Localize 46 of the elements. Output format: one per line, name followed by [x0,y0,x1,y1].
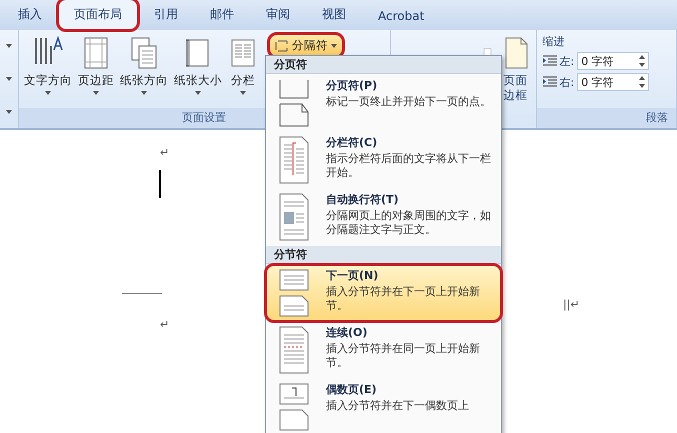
ribbon-tab[interactable]: 视图 [306,0,362,30]
caret-icon [92,91,99,95]
menu-item[interactable]: 下一页(N) 插入分节符并在下一页上开始新节。 [266,265,501,321]
ribbon-button[interactable]: 文字方向 [20,34,75,97]
paragraph-mark: ||↵ [563,298,580,311]
paragraph-mark: ↵ [160,146,170,159]
caret-icon[interactable] [6,76,12,81]
breaks-dropdown-button[interactable]: 分隔符 [268,34,343,57]
pages-icon [128,36,159,70]
menu-item[interactable]: 自动换行符(T) 分隔网页上的对象周围的文字，如分隔题注文字与正文。 [266,189,501,245]
footnote-separator [122,293,162,294]
text-cursor [159,170,161,198]
caret-icon[interactable] [6,110,12,114]
menu-item[interactable]: 连续(O) 插入分节符并在同一页上开始新节。 [266,322,501,378]
caret-icon [194,91,201,95]
field-label: 右: [560,74,574,90]
indent-right-icon [542,76,557,88]
ribbon-button[interactable]: 纸张大小 [170,34,225,97]
spinner-arrows-icon[interactable] [639,54,646,68]
page-break-icon [274,40,289,52]
spin-field[interactable]: 0 字符 [577,52,650,70]
ribbon-tab[interactable]: 审阅 [250,0,306,30]
caret-icon[interactable] [6,44,12,48]
caret-icon [330,44,337,48]
indent-label: 缩进 [542,34,566,49]
menu-item[interactable]: 偶数页(E) 插入分节符并在下一偶数页上 [266,379,501,433]
menu-item[interactable]: 分栏符(C) 指示分栏符后面的文字将从下一栏开始。 [266,132,501,188]
indent-left-icon [542,55,557,67]
menu-section-header: 分页符 [266,56,501,74]
caret-icon [240,91,246,95]
caret-icon [140,91,147,95]
ribbon-tab[interactable]: 页面布局 [58,0,138,30]
spin-field[interactable]: 0 字符 [577,73,650,91]
ribbon-tab[interactable]: 引用 [138,0,194,30]
field-label: 左: [560,54,574,68]
spinner-arrows-icon[interactable] [639,75,646,89]
ribbon-button[interactable]: 页边距 [74,34,117,97]
group-label: 段落 [536,108,676,128]
ribbon-button[interactable]: 分栏 [224,34,261,97]
ribbon-button[interactable]: 纸张方向 [116,34,171,97]
ribbon-tab[interactable]: Acrobat [362,2,440,30]
ribbon-tab[interactable]: 邮件 [194,0,250,30]
menu-section-header: 分节符 [266,246,501,264]
paragraph-mark: ↵ [160,318,170,331]
ribbon-tab[interactable]: 插入 [2,0,58,30]
caret-icon [44,91,51,95]
